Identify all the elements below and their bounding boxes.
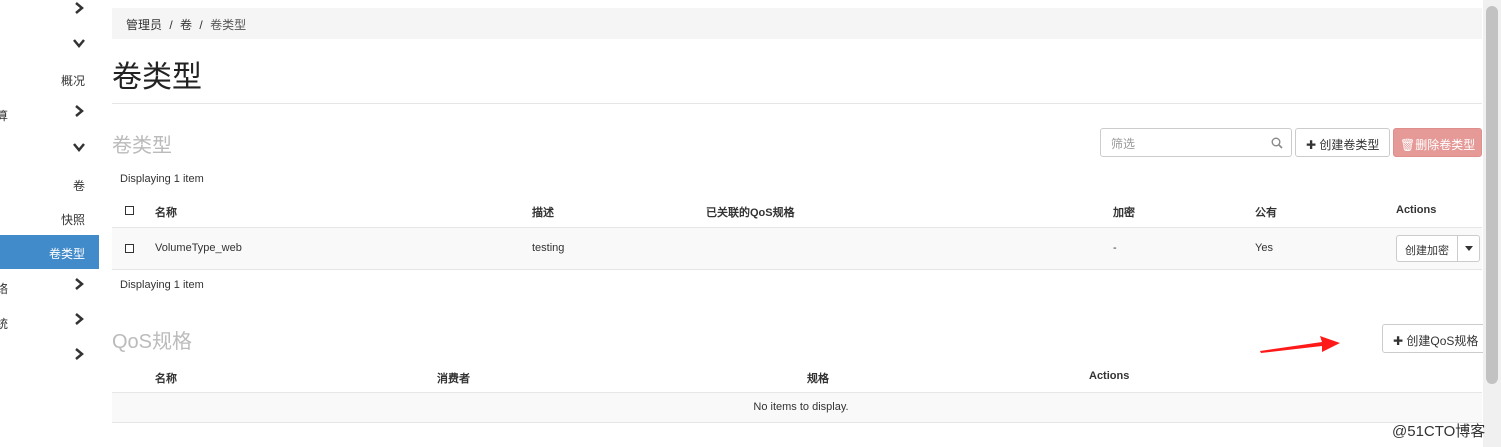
row-checkbox[interactable] — [125, 244, 134, 253]
chevron-right-icon — [75, 2, 84, 14]
qos-title: QoS规格 — [112, 331, 193, 353]
actions-dropdown-toggle[interactable] — [1458, 235, 1480, 262]
sidebar-item-overview[interactable]: 概况 — [0, 62, 99, 96]
item-count-bottom: Displaying 1 item — [120, 279, 204, 291]
sidebar-item-expanded-1[interactable] — [0, 29, 99, 63]
sidebar-item-collapsed-2[interactable] — [0, 340, 99, 374]
create-encryption-button[interactable]: 创建加密 — [1396, 235, 1458, 262]
page-title: 卷类型 — [112, 61, 202, 94]
column-header-name[interactable]: 名称 — [155, 204, 177, 220]
sidebar-item-expanded-2[interactable] — [0, 133, 99, 167]
column-header-actions: Actions — [1396, 204, 1437, 216]
breadcrumb-current: 卷类型 — [210, 18, 247, 32]
breadcrumb-volume[interactable]: 卷 — [180, 18, 192, 32]
search-icon — [1271, 137, 1283, 149]
filter-input[interactable]: 筛选 — [1100, 128, 1292, 157]
sidebar-item-label: 络 — [0, 282, 9, 296]
row-actions-group: 创建加密 — [1396, 235, 1480, 262]
plus-icon: ✚ — [1306, 138, 1317, 152]
sidebar-item-network[interactable]: 络 — [0, 270, 99, 304]
sidebar-item-label: 概况 — [60, 74, 85, 88]
cell-description: testing — [532, 242, 565, 254]
sidebar-item-system[interactable]: 统 — [0, 305, 99, 339]
create-volume-type-button[interactable]: ✚ 创建卷类型 — [1295, 128, 1391, 157]
breadcrumb-separator: / — [169, 18, 173, 32]
qos-column-header-name[interactable]: 名称 — [155, 370, 177, 386]
delete-volume-type-button[interactable]: 🗑删除卷类型 — [1393, 128, 1482, 157]
qos-column-header-spec[interactable]: 规格 — [807, 370, 829, 386]
column-header-description[interactable]: 描述 — [532, 204, 554, 220]
chevron-right-icon — [75, 313, 84, 325]
column-header-public[interactable]: 公有 — [1255, 204, 1277, 220]
table-row — [112, 227, 1482, 270]
chevron-right-icon — [75, 348, 84, 360]
column-header-encrypted[interactable]: 加密 — [1113, 204, 1135, 220]
sidebar-item-volumes[interactable]: 卷 — [0, 167, 99, 201]
sidebar: 概况 算 卷 快照 卷类型 络 统 — [0, 0, 99, 447]
scrollbar-thumb[interactable] — [1486, 6, 1498, 384]
chevron-down-icon — [73, 39, 85, 48]
breadcrumb: 管理员 / 卷 / 卷类型 — [112, 8, 1482, 39]
column-header-qos[interactable]: 已关联的QoS规格 — [706, 204, 795, 220]
sidebar-item-collapsed-1[interactable] — [0, 0, 99, 28]
breadcrumb-admin[interactable]: 管理员 — [126, 18, 162, 32]
sidebar-item-compute[interactable]: 算 — [0, 97, 99, 131]
chevron-right-icon — [75, 105, 84, 117]
qos-column-header-consumer[interactable]: 消费者 — [437, 370, 470, 386]
sidebar-item-volume-types[interactable]: 卷类型 — [0, 235, 99, 269]
sidebar-item-snapshots[interactable]: 快照 — [0, 201, 99, 235]
delete-volume-type-label: 删除卷类型 — [1415, 138, 1476, 152]
chevron-down-icon — [73, 143, 85, 152]
red-arrow-icon — [1260, 336, 1340, 353]
sidebar-item-label: 统 — [0, 317, 9, 331]
empty-message: No items to display. — [753, 401, 849, 413]
item-count-top: Displaying 1 item — [120, 173, 204, 185]
cell-encrypted: - — [1113, 242, 1117, 254]
sidebar-item-label: 算 — [0, 109, 9, 123]
plus-icon: ✚ — [1393, 334, 1404, 348]
create-volume-type-label: 创建卷类型 — [1319, 138, 1380, 152]
sidebar-item-label: 快照 — [60, 213, 85, 227]
create-qos-label: 创建QoS规格 — [1406, 334, 1479, 348]
sidebar-item-label: 卷类型 — [48, 247, 85, 261]
sidebar-item-label: 卷 — [72, 179, 85, 193]
caret-down-icon — [1465, 246, 1473, 251]
cell-public: Yes — [1255, 242, 1273, 254]
trash-icon: 🗑 — [1400, 138, 1416, 152]
cell-name[interactable]: VolumeType_web — [155, 242, 242, 254]
select-all-checkbox[interactable] — [125, 206, 134, 215]
main-content: 管理员 / 卷 / 卷类型 卷类型 卷类型 筛选 ✚ 创建卷类型 🗑删除卷类型 … — [112, 0, 1490, 447]
divider — [112, 103, 1482, 104]
breadcrumb-separator: / — [199, 18, 203, 32]
create-qos-button[interactable]: ✚ 创建QoS规格 — [1382, 324, 1490, 353]
chevron-right-icon — [75, 278, 84, 290]
volume-types-title: 卷类型 — [112, 135, 172, 157]
qos-column-header-actions: Actions — [1089, 370, 1130, 382]
vertical-scrollbar[interactable] — [1483, 0, 1501, 447]
watermark: @51CTO博客 — [1392, 423, 1486, 440]
filter-placeholder: 筛选 — [1111, 137, 1136, 151]
